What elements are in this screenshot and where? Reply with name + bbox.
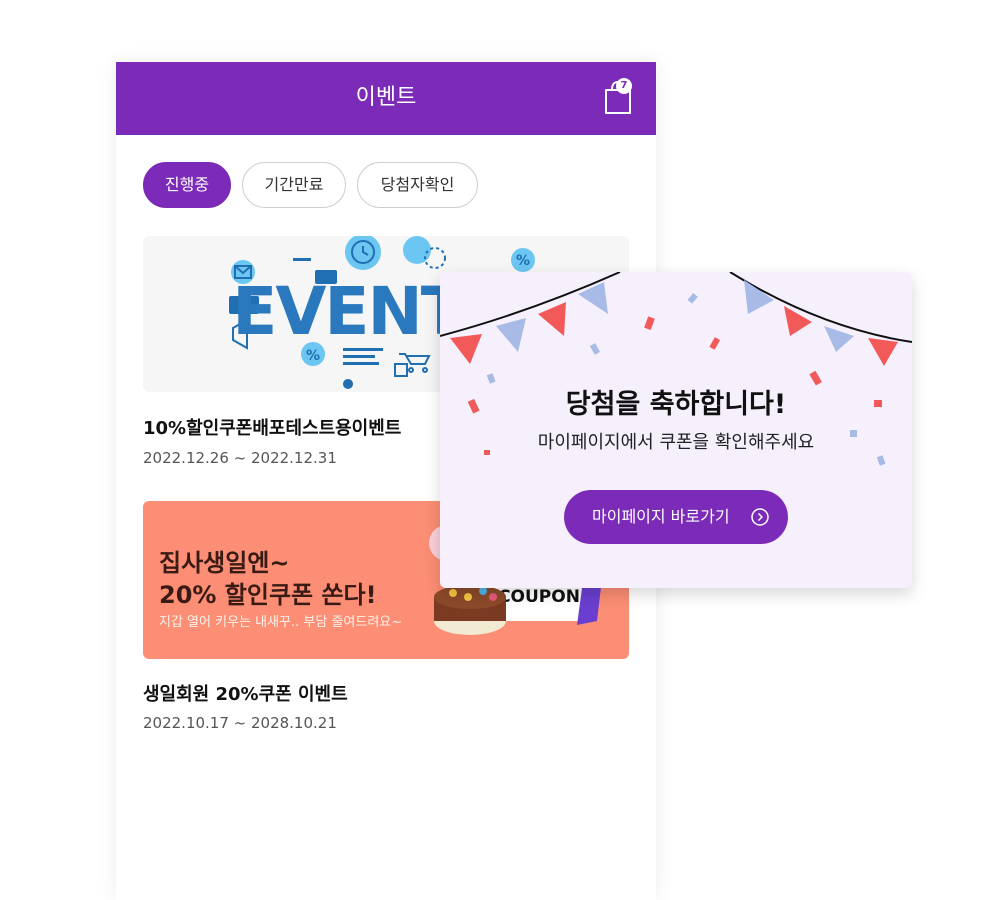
cart-button[interactable]: 7: [600, 76, 636, 116]
event-title[interactable]: 10%할인쿠폰배포테스트용이벤트: [143, 414, 401, 440]
go-to-mypage-button[interactable]: 마이페이지 바로가기: [564, 490, 788, 544]
popup-message: 마이페이지에서 쿠폰을 확인해주세요: [537, 432, 815, 453]
event-banner-text: EVENT: [232, 273, 465, 350]
svg-text:%: %: [516, 253, 530, 269]
event-title[interactable]: 생일회원 20%쿠폰 이벤트: [143, 680, 348, 706]
go-to-mypage-label: 마이페이지 바로가기: [592, 507, 730, 526]
event-date: 2022.12.26 ~ 2022.12.31: [143, 449, 337, 467]
cart-count-badge: 7: [616, 78, 632, 94]
tab-expired[interactable]: 기간만료: [242, 162, 346, 208]
tab-winners[interactable]: 당첨자확인: [357, 162, 478, 208]
page-title: 이벤트: [355, 85, 417, 110]
svg-text:%: %: [306, 348, 320, 364]
popup-title: 당첨을 축하합니다!: [565, 389, 787, 420]
app-bar: 이벤트 7: [116, 62, 656, 135]
coupon-label: COUPON: [498, 587, 580, 607]
tab-ongoing[interactable]: 진행중: [143, 162, 231, 208]
chevron-right-circle-icon: [751, 508, 769, 526]
winner-popup: 당첨을 축하합니다! 마이페이지에서 쿠폰을 확인해주세요 마이페이지 바로가기: [440, 272, 912, 588]
event-date: 2022.10.17 ~ 2028.10.21: [143, 714, 337, 732]
